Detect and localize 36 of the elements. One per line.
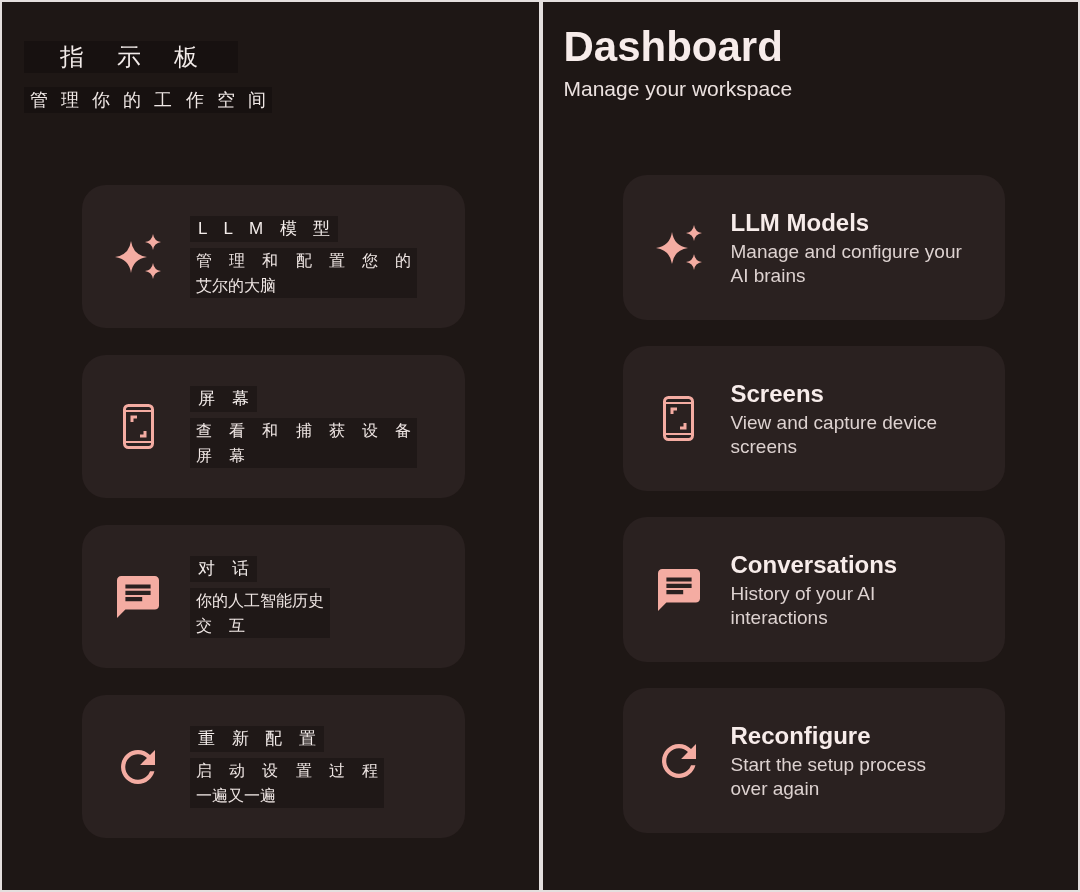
card-description: 管 理 和 配 置 您 的 艾尔的大脑 [190,247,418,298]
nav-card[interactable]: Reconfigure Start the setup process over again [622,688,1005,833]
card-title: Screens [730,378,824,409]
phone-screenshot-icon [663,396,694,441]
card-description: 你的人工智能历史 交 互 [190,587,330,638]
card-title: 重 新 配 置 [190,725,324,752]
card-title: LLM Models [730,207,870,238]
chat-bubble-icon [657,568,700,611]
sparkles-icon [115,234,161,279]
nav-card[interactable]: Conversations History of your AI interactions [622,517,1005,662]
card-description: Manage and configure your AI brains [730,239,962,288]
card-description: 查 看 和 捕 获 设 备 屏 幕 [190,417,418,468]
nav-card[interactable]: 对 话 你的人工智能历史 交 互 [82,525,465,668]
phone-screenshot-icon [122,404,154,449]
page-title: Dashboard [563,23,783,71]
page-subtitle: Manage your workspace [563,76,793,102]
card-description: History of your AI interactions [730,581,876,630]
nav-card[interactable]: L L M 模 型 管 理 和 配 置 您 的 艾尔的大脑 [82,185,465,328]
nav-card[interactable]: 重 新 配 置 启 动 设 置 过 程 一遍又一遍 [82,695,465,838]
card-title: Conversations [730,549,898,580]
card-description: Start the setup process over again [730,752,926,801]
nav-card[interactable]: Screens View and capture device screens [622,346,1005,491]
card-title: 对 话 [190,555,257,582]
nav-card[interactable]: 屏 幕 查 看 和 捕 获 设 备 屏 幕 [82,355,465,498]
card-description: View and capture device screens [730,410,938,459]
card-title: Reconfigure [730,720,871,751]
page-subtitle: 管 理 你 的 工 作 空 间 [24,87,272,113]
card-title: 屏 幕 [190,385,257,412]
chat-bubble-icon [117,575,159,618]
sparkles-icon [655,225,702,270]
nav-card[interactable]: LLM Models Manage and configure your AI brains [622,175,1005,320]
card-title: L L M 模 型 [190,215,339,242]
card-description: 启 动 设 置 过 程 一遍又一遍 [190,757,385,808]
refresh-icon [661,743,696,778]
page-title: 指 示 板 [24,41,239,73]
refresh-icon [121,749,155,784]
